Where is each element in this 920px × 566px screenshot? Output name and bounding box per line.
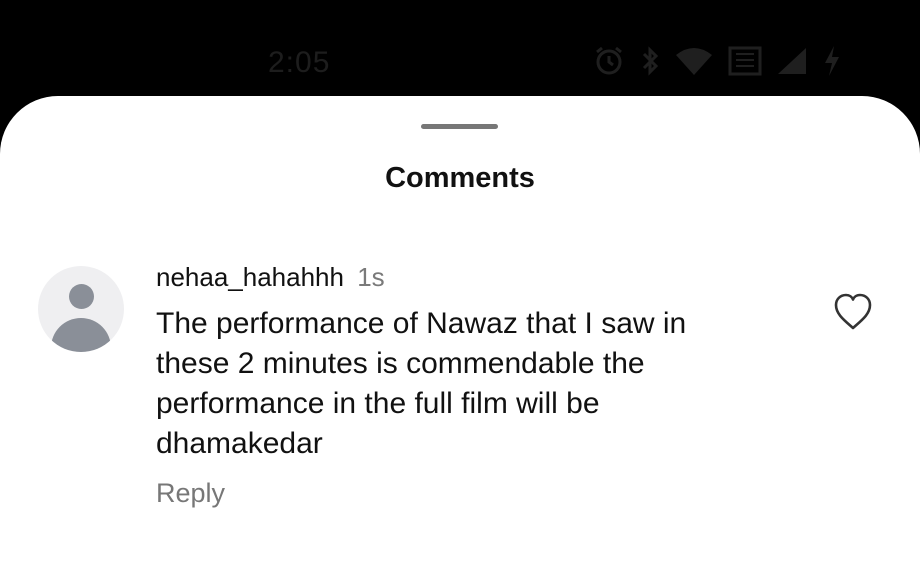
comment-text: The performance of Nawaz that I saw in t… (156, 307, 687, 460)
comment-item: nehaa_hahahhh 1s The performance of Nawa… (156, 260, 796, 509)
wifi-icon (674, 45, 714, 77)
comments-sheet: Comments nehaa_hahahhh 1s The performanc… (0, 96, 920, 566)
comment-username[interactable]: nehaa_hahahhh (156, 262, 344, 292)
bluetooth-icon (640, 44, 660, 78)
heart-icon[interactable] (832, 292, 874, 332)
avatar-body-shape (51, 318, 111, 352)
charging-icon (822, 44, 842, 78)
comment-timestamp: 1s (357, 262, 385, 292)
status-bar: 2:05 (0, 0, 920, 100)
battery-saver-icon (728, 46, 762, 76)
alarm-icon (592, 44, 626, 78)
reply-button[interactable]: Reply (156, 478, 225, 509)
comment-meta: nehaa_hahahhh 1s (156, 260, 796, 294)
sheet-title: Comments (385, 162, 535, 194)
avatar[interactable] (38, 266, 124, 352)
avatar-head-shape (69, 284, 94, 309)
status-icons (592, 44, 842, 78)
drag-handle[interactable] (421, 124, 498, 129)
status-time: 2:05 (268, 46, 331, 79)
signal-icon (776, 46, 808, 76)
